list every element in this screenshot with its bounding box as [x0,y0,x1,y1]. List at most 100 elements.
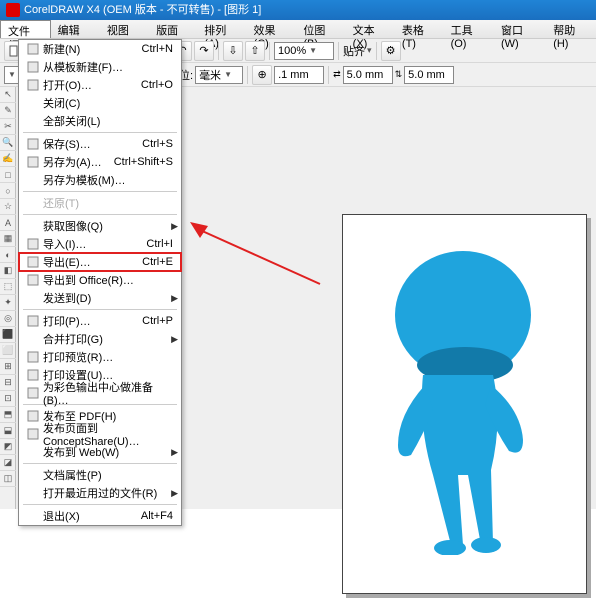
menu-item-export[interactable]: 导出(E)…Ctrl+E [19,253,181,271]
nudge-icon: ⊕ [252,65,272,85]
menu-a[interactable]: 排列(A) [197,20,246,38]
menu-item-打开最近用过的文件R[interactable]: 打开最近用过的文件(R)▶ [19,484,181,502]
menu-item-label: 另存为模板(M)… [43,172,173,188]
menu-e[interactable]: 编辑(E) [51,20,100,38]
menu-item-label: 为彩色输出中心做准备(B)… [43,379,173,407]
menu-item-label: 获取图像(Q) [43,218,173,234]
export-icon [23,254,43,270]
tool-22[interactable]: ◩ [0,439,16,455]
chevron-down-icon: ▼ [224,70,232,79]
tool-10[interactable]: ◐ [0,247,16,263]
tool-18[interactable]: ⊟ [0,375,16,391]
submenu-arrow-icon: ▶ [171,293,178,304]
tool-23[interactable]: ◪ [0,455,16,471]
menu-item-退出X[interactable]: 退出(X)Alt+F4 [19,507,181,525]
menu-item-关闭C[interactable]: 关闭(C) [19,94,181,112]
titlebar: CorelDRAW X4 (OEM 版本 - 不可转售) - [图形 1] [0,0,596,20]
zoom-combo[interactable]: 100%▼ [274,42,334,60]
tool-6[interactable]: ○ [0,183,16,199]
menu-item-全部关闭L[interactable]: 全部关闭(L) [19,112,181,130]
tool-12[interactable]: ⬚ [0,279,16,295]
redo-button[interactable]: ↷ [194,41,214,61]
tool-1[interactable]: ✎ [0,103,16,119]
menu-item-saveas[interactable]: 另存为(A)…Ctrl+Shift+S [19,153,181,171]
menu-item-shortcut: Ctrl+I [146,238,177,250]
menu-item-另存为模板M[interactable]: 另存为模板(M)… [19,171,181,189]
menu-separator [23,214,177,215]
menu-item-label: 新建(N) [43,41,142,57]
menu-v[interactable]: 视图(V) [100,20,149,38]
menu-item-label: 发送到(D) [43,290,173,306]
tool-8[interactable]: A [0,215,16,231]
menu-item-label: 另存为(A)… [43,154,114,170]
tool-15[interactable]: ⬛ [0,327,16,343]
menu-item-shortcut: Ctrl+N [142,43,177,55]
tool-7[interactable]: ☆ [0,199,16,215]
tool-16[interactable]: ⬜ [0,343,16,359]
menu-item-new[interactable]: 新建(N)Ctrl+N [19,40,181,58]
nudge-field[interactable]: .1 mm [274,66,324,84]
dupy-value: 5.0 mm [408,69,445,81]
tool-9[interactable]: ▦ [0,231,16,247]
submenu-arrow-icon: ▶ [171,447,178,458]
menu-item-文档属性P[interactable]: 文档属性(P) [19,466,181,484]
menu-item-获取图像Q[interactable]: 获取图像(Q)▶ [19,217,181,235]
menu-f[interactable]: 文件(F) [0,20,51,38]
tool-11[interactable]: ◧ [0,263,16,279]
nudge-value: .1 mm [278,69,309,81]
export-button[interactable]: ⇧ [245,41,265,61]
menu-item-label: 从模板新建(F)… [43,59,173,75]
menu-item-shortcut: Alt+F4 [141,510,177,522]
menu-item-label: 导入(I)… [43,236,146,252]
menu-l[interactable]: 版面(L) [149,20,197,38]
submenu-arrow-icon: ▶ [171,221,178,232]
menu-h[interactable]: 帮助(H) [546,20,596,38]
menu-item-发布到WebW[interactable]: 发布到 Web(W)▶ [19,443,181,461]
tool-14[interactable]: ◎ [0,311,16,327]
menu-item-发送到D[interactable]: 发送到(D)▶ [19,289,181,307]
menu-item-label: 打开最近用过的文件(R) [43,485,173,501]
submenu-arrow-icon: ▶ [171,334,178,345]
menu-item-office[interactable]: 导出到 Office(R)… [19,271,181,289]
tool-3[interactable]: 🔍 [0,135,16,151]
menu-item-label: 全部关闭(L) [43,113,173,129]
template-icon [23,59,43,75]
snap-label: 贴齐 [343,43,365,59]
tool-20[interactable]: ⬒ [0,407,16,423]
menu-c[interactable]: 效果(C) [247,20,297,38]
blank-icon [23,290,43,306]
dupx-field[interactable]: 5.0 mm [343,66,393,84]
menu-item-colorcenter[interactable]: 为彩色输出中心做准备(B)… [19,384,181,402]
tool-17[interactable]: ⊞ [0,359,16,375]
menu-b[interactable]: 位图(B) [296,20,345,38]
menu-item-save[interactable]: 保存(S)…Ctrl+S [19,135,181,153]
tool-19[interactable]: ⊡ [0,391,16,407]
tool-5[interactable]: □ [0,167,16,183]
tool-0[interactable]: ↖ [0,87,16,103]
menu-item-template[interactable]: 从模板新建(F)… [19,58,181,76]
options-button[interactable]: ⚙ [381,41,401,61]
import-button[interactable]: ⇩ [223,41,243,61]
unit-combo[interactable]: 毫米▼ [195,66,243,84]
tool-13[interactable]: ✦ [0,295,16,311]
menu-x[interactable]: 文本(X) [346,20,395,38]
menu-item-label: 保存(S)… [43,136,142,152]
menu-w[interactable]: 窗口(W) [494,20,546,38]
tool-21[interactable]: ⬓ [0,423,16,439]
menu-item-import[interactable]: 导入(I)…Ctrl+I [19,235,181,253]
menu-item-合并打印G[interactable]: 合并打印(G)▶ [19,330,181,348]
menu-item-label: 合并打印(G) [43,331,173,347]
menu-separator [23,463,177,464]
tool-4[interactable]: ✍ [0,151,16,167]
menu-item-cs[interactable]: 发布页面到 ConceptShare(U)… [19,425,181,443]
menu-item-open[interactable]: 打开(O)…Ctrl+O [19,76,181,94]
menu-item-preview[interactable]: 打印预览(R)… [19,348,181,366]
dupy-field[interactable]: 5.0 mm [404,66,454,84]
menu-t[interactable]: 表格(T) [395,20,444,38]
cs-icon [23,426,43,442]
tool-24[interactable]: ◫ [0,471,16,487]
tool-2[interactable]: ✂ [0,119,16,135]
menu-item-print[interactable]: 打印(P)…Ctrl+P [19,312,181,330]
menu-o[interactable]: 工具(O) [444,20,494,38]
menubar: 文件(F)编辑(E)视图(V)版面(L)排列(A)效果(C)位图(B)文本(X)… [0,20,596,39]
